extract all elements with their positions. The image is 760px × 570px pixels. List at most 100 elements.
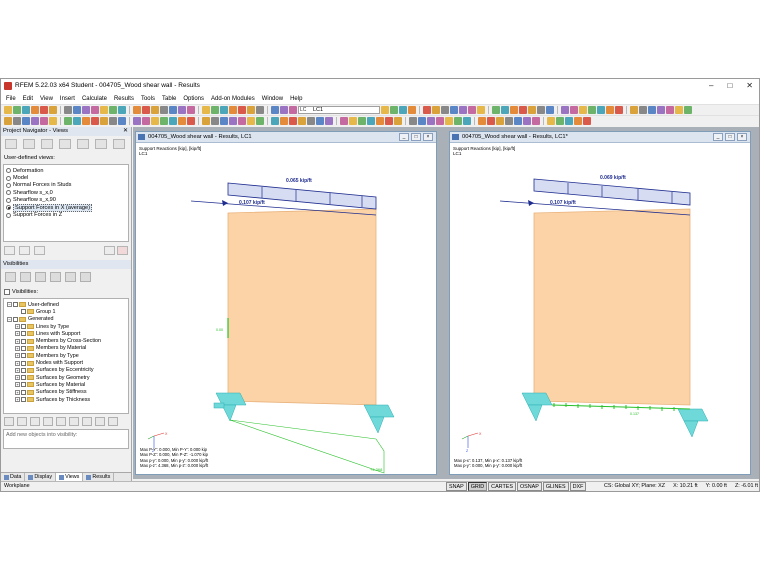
toolbar-button-icon[interactable] [118, 106, 126, 114]
toolbar-button-icon[interactable] [40, 106, 48, 114]
toolbar-button-icon[interactable] [501, 106, 509, 114]
view-radio[interactable] [6, 175, 11, 181]
menu-calculate[interactable]: Calculate [82, 96, 107, 102]
menu-help[interactable]: Help [290, 96, 302, 102]
visibility-tool-3-icon[interactable] [30, 417, 40, 426]
results-window-1[interactable]: 004705_Wood shear wall - Results, LC1 _ … [135, 131, 437, 475]
tree-checkbox[interactable] [21, 382, 26, 388]
menu-file[interactable]: File [6, 96, 16, 102]
tree-expander[interactable]: + [15, 360, 20, 366]
toolbar-button-icon[interactable] [100, 117, 108, 125]
visibility-mode-4-icon[interactable] [50, 272, 61, 282]
toolbar-button-icon[interactable] [220, 117, 228, 125]
menu-window[interactable]: Window [262, 96, 283, 102]
menu-results[interactable]: Results [114, 96, 134, 102]
view-item[interactable]: Model [6, 174, 126, 181]
toolbar-button-icon[interactable] [40, 117, 48, 125]
tree-checkbox[interactable] [21, 375, 26, 381]
menu-tools[interactable]: Tools [141, 96, 155, 102]
toggle-dxf[interactable]: DXF [569, 482, 587, 491]
toolbar-button-icon[interactable] [202, 106, 210, 114]
view-radio[interactable] [6, 212, 11, 218]
toolbar-button-icon[interactable] [91, 117, 99, 125]
visibility-tool-1-icon[interactable] [4, 417, 14, 426]
toolbar-button-icon[interactable] [142, 117, 150, 125]
tree-item[interactable]: + Surfaces by Eccentricity [5, 367, 127, 374]
toolbar-button-icon[interactable] [537, 106, 545, 114]
toolbar-button-icon[interactable] [468, 106, 476, 114]
view-item[interactable]: Deformation [6, 167, 126, 174]
toolbar-button-icon[interactable] [280, 106, 288, 114]
toolbar-button-icon[interactable] [487, 117, 495, 125]
toolbar-button-icon[interactable] [298, 117, 306, 125]
toolbar-button-icon[interactable] [556, 117, 564, 125]
toolbar-button-icon[interactable] [561, 106, 569, 114]
visibility-tool-6-icon[interactable] [69, 417, 79, 426]
toolbar-button-icon[interactable] [445, 117, 453, 125]
tree-checkbox[interactable] [21, 345, 26, 351]
toolbar-button-icon[interactable] [49, 117, 57, 125]
toolbar-button-icon[interactable] [349, 117, 357, 125]
load-case-select[interactable]: LC LC1 [298, 106, 380, 114]
tree-item[interactable]: + Lines with Support [5, 330, 127, 337]
toolbar-button-icon[interactable] [325, 117, 333, 125]
toolbar-button-icon[interactable] [178, 106, 186, 114]
window-2-restore-button[interactable]: □ [725, 133, 735, 141]
menu-options[interactable]: Options [183, 96, 204, 102]
toolbar-button-icon[interactable] [639, 106, 647, 114]
tree-expander[interactable]: + [15, 367, 20, 373]
tree-expander[interactable]: − [7, 302, 12, 308]
toolbar-button-icon[interactable] [477, 106, 485, 114]
toolbar-button-icon[interactable] [574, 117, 582, 125]
toolbar-button-icon[interactable] [229, 106, 237, 114]
toolbar-button-icon[interactable] [64, 117, 72, 125]
toolbar-button-icon[interactable] [385, 117, 393, 125]
toolbar-button-icon[interactable] [463, 117, 471, 125]
toolbar-button-icon[interactable] [178, 117, 186, 125]
tree-checkbox[interactable] [21, 360, 26, 366]
menu-view[interactable]: View [40, 96, 53, 102]
toolbar-button-icon[interactable] [31, 117, 39, 125]
toolbar-button-icon[interactable] [684, 106, 692, 114]
tree-item[interactable]: + Members by Type [5, 352, 127, 359]
tree-checkbox[interactable] [21, 331, 26, 337]
toolbar-button-icon[interactable] [505, 117, 513, 125]
toolbar-button-icon[interactable] [316, 117, 324, 125]
tree-checkbox[interactable] [21, 389, 26, 395]
toggle-cartes[interactable]: CARTES [488, 482, 516, 491]
view-radio[interactable] [6, 197, 11, 203]
visibility-tool-2-icon[interactable] [17, 417, 27, 426]
tree-expander[interactable]: + [15, 389, 20, 395]
toolbar-button-icon[interactable] [606, 106, 614, 114]
toolbar-button-icon[interactable] [271, 106, 279, 114]
toolbar-button-icon[interactable] [4, 117, 12, 125]
view-item[interactable]: Normal Forces in Studs [6, 182, 126, 189]
tree-item[interactable]: − User-defined [5, 301, 127, 308]
wall-surface[interactable] [227, 208, 377, 406]
tree-expander[interactable]: + [15, 324, 20, 330]
tab-results[interactable]: Results [83, 473, 115, 481]
toolbar-button-icon[interactable] [91, 106, 99, 114]
toolbar-button-icon[interactable] [459, 106, 467, 114]
close-button[interactable]: ✕ [746, 81, 753, 90]
toolbar-button-icon[interactable] [169, 117, 177, 125]
toolbar-button-icon[interactable] [133, 117, 141, 125]
toolbar-button-icon[interactable] [418, 117, 426, 125]
tree-item[interactable]: + Nodes with Support [5, 359, 127, 366]
toolbar-button-icon[interactable] [211, 117, 219, 125]
toolbar-button-icon[interactable] [238, 117, 246, 125]
toggle-snap[interactable]: SNAP [446, 482, 467, 491]
toolbar-button-icon[interactable] [570, 106, 578, 114]
view-item[interactable]: Shearflow s_x,0 [6, 189, 126, 196]
toolbar-button-icon[interactable] [546, 106, 554, 114]
toolbar-button-icon[interactable] [64, 106, 72, 114]
tree-item[interactable]: Group 1 [5, 308, 127, 315]
toolbar-button-icon[interactable] [109, 106, 117, 114]
edit-view-icon[interactable] [19, 246, 30, 255]
tree-item[interactable]: + Surfaces by Thickness [5, 396, 127, 403]
toolbar-button-icon[interactable] [151, 106, 159, 114]
toolbar-button-icon[interactable] [142, 106, 150, 114]
toolbar-button-icon[interactable] [82, 117, 90, 125]
toolbar-button-icon[interactable] [441, 106, 449, 114]
tree-expander[interactable]: + [15, 338, 20, 344]
